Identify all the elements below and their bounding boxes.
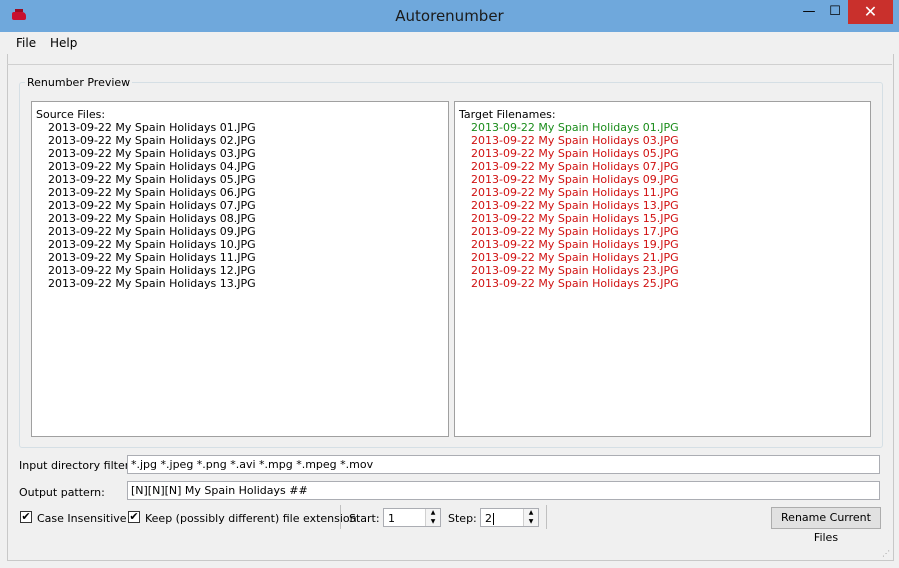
keep-extension-checkbox[interactable]: ✔ — [128, 511, 140, 523]
minimize-button[interactable]: — — [796, 0, 822, 24]
step-value-wrap[interactable]: 2 — [485, 512, 494, 525]
target-file-row[interactable]: 2013-09-22 My Spain Holidays 01.JPG — [471, 121, 679, 134]
target-file-row[interactable]: 2013-09-22 My Spain Holidays 19.JPG — [471, 238, 679, 251]
separator — [340, 505, 341, 529]
menu-help[interactable]: Help — [50, 36, 77, 50]
source-file-row[interactable]: 2013-09-22 My Spain Holidays 05.JPG — [48, 173, 256, 186]
spin-up-icon[interactable]: ▲ — [524, 509, 538, 517]
output-pattern-label: Output pattern: — [19, 486, 105, 499]
start-spinbox[interactable]: 1 ▲ ▼ — [383, 508, 441, 527]
start-label: Start: — [349, 512, 380, 525]
target-file-row[interactable]: 2013-09-22 My Spain Holidays 07.JPG — [471, 160, 679, 173]
start-spin-buttons: ▲ ▼ — [425, 509, 440, 526]
source-file-row[interactable]: 2013-09-22 My Spain Holidays 04.JPG — [48, 160, 256, 173]
output-pattern-field[interactable]: [N][N][N] My Spain Holidays ## — [127, 481, 880, 500]
target-filenames-list[interactable]: Target Filenames: 2013-09-22 My Spain Ho… — [454, 101, 871, 437]
spin-down-icon[interactable]: ▼ — [524, 518, 538, 526]
source-file-row[interactable]: 2013-09-22 My Spain Holidays 03.JPG — [48, 147, 256, 160]
step-value[interactable]: 2 — [485, 512, 492, 525]
source-file-row[interactable]: 2013-09-22 My Spain Holidays 11.JPG — [48, 251, 256, 264]
text-caret — [493, 513, 494, 525]
keep-extension-label[interactable]: Keep (possibly different) file extension — [145, 512, 357, 525]
target-file-row[interactable]: 2013-09-22 My Spain Holidays 11.JPG — [471, 186, 679, 199]
menu-separator — [7, 64, 892, 65]
target-file-row[interactable]: 2013-09-22 My Spain Holidays 23.JPG — [471, 264, 679, 277]
step-spinbox[interactable]: 2 ▲ ▼ — [480, 508, 539, 527]
spin-down-icon[interactable]: ▼ — [426, 518, 440, 526]
source-file-row[interactable]: 2013-09-22 My Spain Holidays 09.JPG — [48, 225, 256, 238]
source-file-row[interactable]: 2013-09-22 My Spain Holidays 06.JPG — [48, 186, 256, 199]
menu-file[interactable]: File — [16, 36, 36, 50]
separator — [546, 505, 547, 529]
input-filter-field[interactable]: *.jpg *.jpeg *.png *.avi *.mpg *.mpeg *.… — [127, 455, 880, 474]
close-button[interactable]: ✕ — [848, 0, 893, 24]
source-file-row[interactable]: 2013-09-22 My Spain Holidays 13.JPG — [48, 277, 256, 290]
target-file-row[interactable]: 2013-09-22 My Spain Holidays 05.JPG — [471, 147, 679, 160]
target-file-row[interactable]: 2013-09-22 My Spain Holidays 25.JPG — [471, 277, 679, 290]
source-files-header: Source Files: — [36, 108, 106, 121]
source-file-row[interactable]: 2013-09-22 My Spain Holidays 08.JPG — [48, 212, 256, 225]
source-files-list[interactable]: Source Files: 2013-09-22 My Spain Holida… — [31, 101, 449, 437]
target-file-row[interactable]: 2013-09-22 My Spain Holidays 15.JPG — [471, 212, 679, 225]
spin-up-icon[interactable]: ▲ — [426, 509, 440, 517]
menu-bar: File Help — [7, 32, 892, 54]
step-spin-buttons: ▲ ▼ — [523, 509, 538, 526]
source-file-row[interactable]: 2013-09-22 My Spain Holidays 01.JPG — [48, 121, 256, 134]
source-file-row[interactable]: 2013-09-22 My Spain Holidays 12.JPG — [48, 264, 256, 277]
title-bar: Autorenumber — ☐ ✕ — [0, 0, 899, 32]
target-file-row[interactable]: 2013-09-22 My Spain Holidays 21.JPG — [471, 251, 679, 264]
target-filenames-header: Target Filenames: — [459, 108, 556, 121]
case-insensitive-checkbox[interactable]: ✔ — [20, 511, 32, 523]
target-file-row[interactable]: 2013-09-22 My Spain Holidays 09.JPG — [471, 173, 679, 186]
rename-current-files-button[interactable]: Rename Current Files — [771, 507, 881, 544]
source-file-row[interactable]: 2013-09-22 My Spain Holidays 07.JPG — [48, 199, 256, 212]
window-title: Autorenumber — [395, 7, 504, 25]
source-file-row[interactable]: 2013-09-22 My Spain Holidays 10.JPG — [48, 238, 256, 251]
target-file-row[interactable]: 2013-09-22 My Spain Holidays 03.JPG — [471, 134, 679, 147]
step-label: Step: — [448, 512, 477, 525]
start-value[interactable]: 1 — [388, 512, 395, 525]
maximize-button[interactable]: ☐ — [822, 0, 848, 24]
renumber-preview-label: Renumber Preview — [25, 76, 133, 89]
target-file-row[interactable]: 2013-09-22 My Spain Holidays 13.JPG — [471, 199, 679, 212]
target-file-row[interactable]: 2013-09-22 My Spain Holidays 17.JPG — [471, 225, 679, 238]
resize-grip-icon[interactable]: ⋰ — [882, 549, 892, 559]
input-filter-label: Input directory filter: — [19, 459, 133, 472]
source-file-row[interactable]: 2013-09-22 My Spain Holidays 02.JPG — [48, 134, 256, 147]
app-window: Autorenumber — ☐ ✕ File Help Renumber Pr… — [0, 0, 899, 568]
case-insensitive-label[interactable]: Case Insensitive — [37, 512, 127, 525]
